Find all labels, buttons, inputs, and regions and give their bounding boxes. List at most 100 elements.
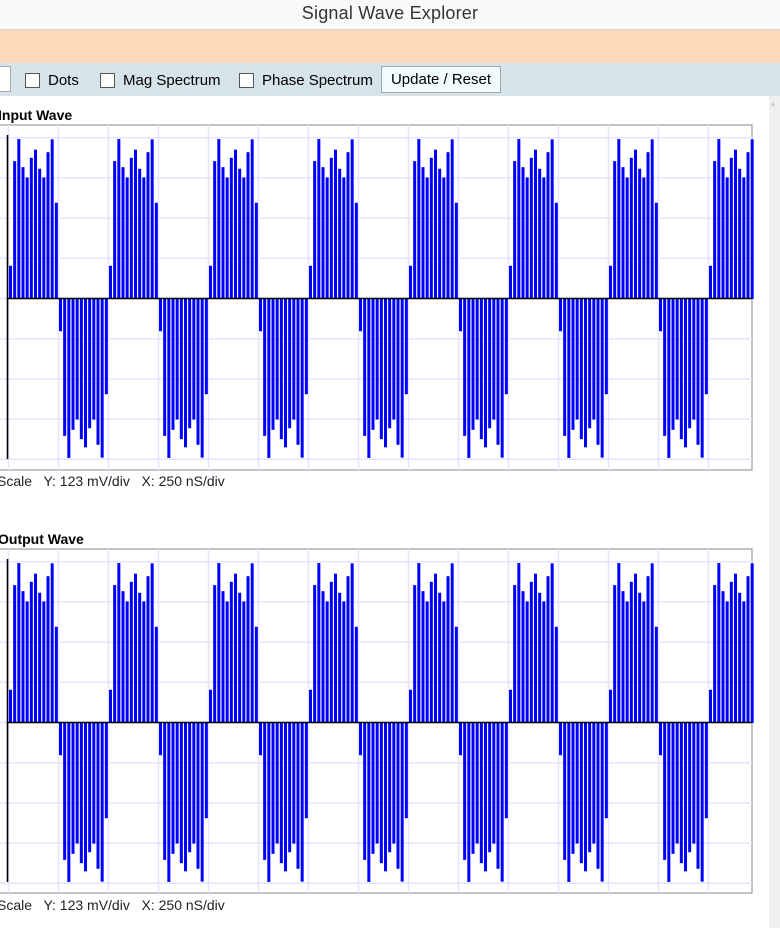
- waveform-stem: [467, 722, 471, 882]
- waveform-stem: [59, 722, 62, 756]
- waveform-stem: [629, 157, 633, 299]
- waveform-stem: [550, 563, 554, 723]
- phase-spectrum-checkbox-box[interactable]: [239, 73, 254, 88]
- vertical-scrollbar[interactable]: [769, 96, 780, 928]
- waveform-stem: [713, 585, 717, 723]
- waveform-stem: [46, 576, 50, 723]
- waveform-stem: [117, 563, 121, 723]
- waveform-stem: [563, 298, 567, 436]
- waveform-stem: [42, 601, 46, 723]
- waveform-stem: [467, 298, 471, 458]
- waveform-stem: [284, 298, 287, 448]
- dots-checkbox[interactable]: Dots: [25, 72, 79, 89]
- waveform-stem: [329, 581, 333, 723]
- waveform-stem: [463, 722, 467, 860]
- mag-spectrum-checkbox[interactable]: Mag Spectrum: [100, 72, 221, 89]
- waveform-stem: [275, 722, 279, 844]
- waveform-stem: [367, 722, 371, 882]
- waveform-stem: [538, 168, 542, 299]
- waveform-stem: [188, 298, 192, 429]
- waveform-stem: [346, 576, 350, 723]
- waveform-stem: [296, 722, 300, 869]
- waveform-stem: [288, 298, 292, 429]
- waveform-stem: [525, 601, 529, 723]
- waveform-stem: [525, 177, 529, 299]
- waveform-stem: [46, 152, 50, 299]
- waveform-stem: [313, 585, 317, 723]
- waveform-stem: [334, 149, 337, 299]
- dots-checkbox-box[interactable]: [25, 73, 40, 88]
- waveform-stem: [342, 601, 346, 723]
- waveform-stem: [575, 298, 579, 420]
- waveform-stem: [159, 722, 162, 756]
- waveform-stem: [409, 265, 412, 299]
- waveform-stem: [338, 168, 342, 299]
- waveform-stem: [563, 722, 567, 860]
- waveform-stem: [559, 298, 562, 332]
- waveform-stem: [684, 298, 687, 448]
- scale-prefix: Scale: [0, 897, 33, 913]
- parameter-input[interactable]: [0, 66, 11, 92]
- waveform-stem: [396, 298, 400, 445]
- waveform-stem: [359, 298, 362, 332]
- waveform-stem: [659, 722, 662, 756]
- waveform-stem: [600, 722, 604, 882]
- waveform-stem: [696, 722, 700, 869]
- waveform-stem: [213, 161, 217, 299]
- waveform-stem: [692, 298, 696, 420]
- waveform-stem: [9, 689, 12, 723]
- mag-spectrum-checkbox-box[interactable]: [100, 73, 115, 88]
- waveform-stem: [650, 563, 654, 723]
- waveform-stem: [321, 167, 325, 299]
- waveform-stem: [613, 161, 617, 299]
- waveform-stem: [413, 161, 417, 299]
- waveform-stem: [196, 298, 200, 445]
- waveform-stem: [471, 722, 475, 854]
- waveform-stem: [34, 149, 37, 299]
- waveform-stem: [513, 161, 517, 299]
- waveform-stem: [21, 591, 25, 723]
- waveform-stem: [504, 298, 508, 395]
- waveform-stem: [184, 298, 187, 448]
- waveform-stem: [138, 592, 142, 723]
- waveform-stem: [609, 265, 612, 299]
- waveform-stem: [509, 265, 512, 299]
- waveform-stem: [171, 722, 175, 854]
- waveform-stem: [163, 298, 167, 436]
- waveform-stem: [304, 722, 308, 819]
- waveform-stem: [588, 722, 592, 853]
- waveform-stem: [663, 722, 667, 860]
- waveform-stem: [67, 722, 71, 882]
- waveform-stem: [29, 157, 33, 299]
- waveform-stem: [50, 563, 54, 723]
- waveform-stem: [725, 601, 729, 723]
- waveform-stem: [621, 591, 625, 723]
- waveform-stem: [200, 722, 204, 882]
- waveform-stem: [234, 573, 237, 723]
- waveform-stem: [142, 177, 146, 299]
- waveform-stem: [175, 298, 179, 420]
- waveform-stem: [446, 152, 450, 299]
- waveform-stem: [304, 298, 308, 395]
- waveform-stem: [167, 722, 171, 882]
- waveform-stem: [92, 298, 96, 420]
- dots-checkbox-label: Dots: [48, 72, 79, 89]
- waveform-stem: [475, 722, 479, 844]
- waveform-stem: [600, 298, 604, 458]
- waveform-stem: [63, 298, 67, 436]
- waveform-stem: [584, 298, 587, 448]
- update-reset-button[interactable]: Update / Reset: [381, 66, 501, 93]
- phase-spectrum-checkbox[interactable]: Phase Spectrum: [239, 72, 373, 89]
- waveform-stem: [359, 722, 362, 756]
- waveform-stem: [59, 298, 62, 332]
- window-title: Signal Wave Explorer: [301, 3, 479, 23]
- scroll-up-arrow-icon[interactable]: ▴: [771, 100, 779, 108]
- waveform-stem: [438, 168, 442, 299]
- waveform-stem: [663, 298, 667, 436]
- waveform-stem: [259, 298, 262, 332]
- waveform-stem: [750, 139, 754, 299]
- waveform-stem: [92, 722, 96, 844]
- waveform-stem: [450, 139, 454, 299]
- waveform-stem: [100, 298, 104, 458]
- waveform-stem: [279, 722, 283, 864]
